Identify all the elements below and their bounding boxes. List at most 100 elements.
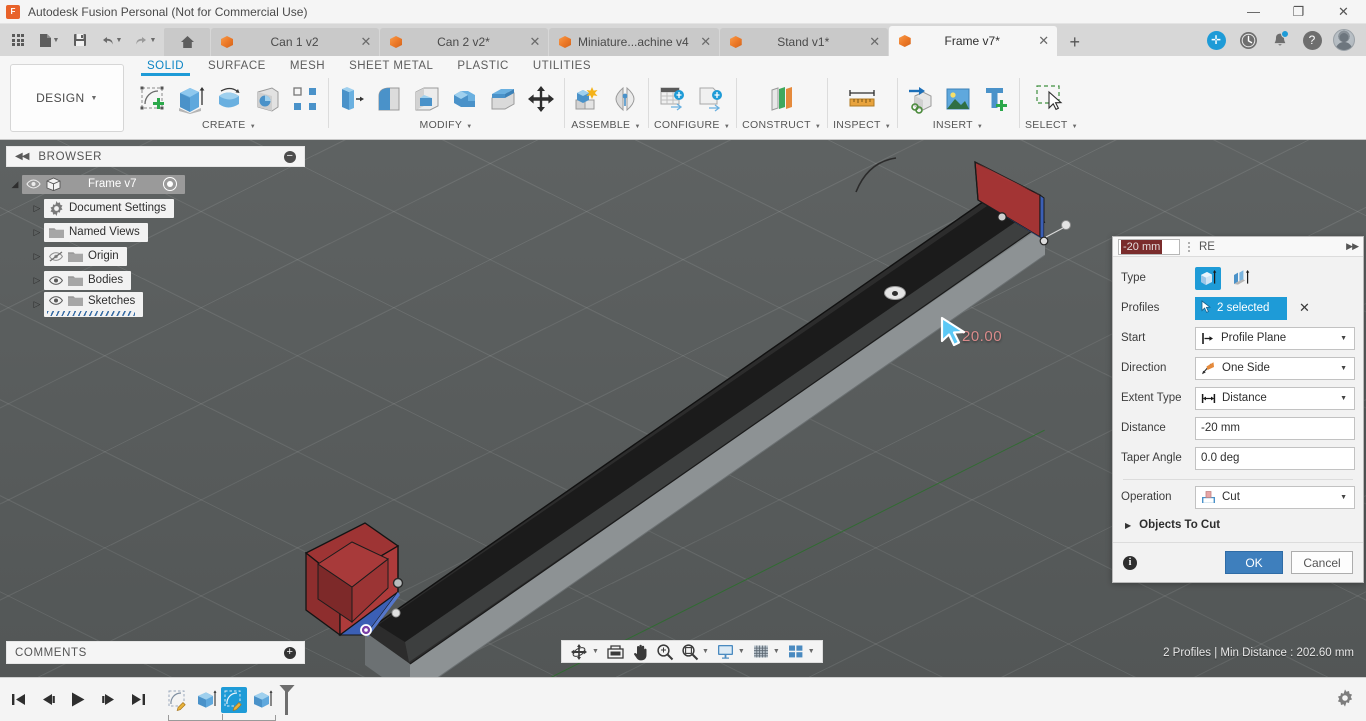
activate-component-icon[interactable] [162,177,177,191]
fit-icon[interactable]: ▼ [678,641,712,662]
offset-plane-icon[interactable] [765,80,799,118]
measure-icon[interactable] [845,80,879,118]
tab-close-icon[interactable]: ✕ [528,34,542,50]
shell-icon[interactable] [410,80,444,118]
add-comment-icon[interactable]: + [284,646,296,659]
maximize-button[interactable]: ❐ [1276,0,1321,24]
tab-close-icon[interactable]: ✕ [868,34,882,50]
expand-arrow-icon[interactable]: ▷ [30,227,44,238]
visibility-eye-off-icon[interactable] [47,249,64,263]
play-icon[interactable] [68,688,88,712]
tab-solid[interactable]: SOLID [135,58,196,76]
visibility-eye-icon[interactable] [47,294,64,308]
joint-icon[interactable] [608,80,642,118]
home-tab[interactable] [164,28,210,56]
distance-input[interactable]: -20 mm [1195,416,1355,440]
document-tab-3[interactable]: Stand v1* ✕ [719,28,888,56]
tree-row-bodies[interactable]: ▷ Bodies [8,268,308,292]
extrude-icon[interactable] [174,80,208,118]
undo-icon[interactable]: ▼ [94,26,128,54]
expand-arrow-icon[interactable]: ◢ [8,179,22,190]
pan-icon[interactable] [629,641,652,662]
ok-button[interactable]: OK [1225,551,1283,574]
tree-row-document-settings[interactable]: ▷ Document Settings [8,196,308,220]
expand-arrow-icon[interactable]: ▷ [30,251,44,262]
taper-angle-input[interactable]: 0.0 deg [1195,446,1355,470]
tab-plastic[interactable]: PLASTIC [445,58,520,76]
tree-row-sketches[interactable]: ▷ Sketches [8,291,308,317]
tree-row-named-views[interactable]: ▷ Named Views [8,220,308,244]
visibility-eye-icon[interactable] [25,177,42,191]
extent-type-dropdown[interactable]: Distance ▼ [1195,386,1355,410]
timeline-sketch-2[interactable] [221,686,247,713]
create-sketch-icon[interactable] [136,80,170,118]
new-component-icon[interactable] [570,80,604,118]
objects-to-cut-section[interactable]: ▶ Objects To Cut [1113,512,1363,538]
profiles-selection-button[interactable]: 2 selected [1195,296,1287,320]
visibility-eye-icon[interactable] [47,273,64,287]
tab-surface[interactable]: SURFACE [196,58,278,76]
press-pull-icon[interactable] [334,80,368,118]
expand-arrow-icon[interactable]: ▷ [30,299,44,310]
collapse-left-icon[interactable]: ◀◀ [15,151,29,162]
start-dropdown[interactable]: Profile Plane ▼ [1195,326,1355,350]
tab-close-icon[interactable]: ✕ [1037,33,1051,49]
grid-snaps-icon[interactable]: ▼ [749,641,783,662]
redo-icon[interactable]: ▼ [128,26,162,54]
workspace-switcher[interactable]: DESIGN ▼ [10,64,124,132]
direction-dropdown[interactable]: One Side ▼ [1195,356,1355,380]
tab-utilities[interactable]: UTILITIES [521,58,603,76]
solid-extrude-icon[interactable] [1195,266,1221,290]
orbit-icon[interactable]: ▼ [566,641,602,662]
insert-mcmaster-icon[interactable] [979,80,1013,118]
tab-close-icon[interactable]: ✕ [359,34,373,50]
timeline-sketch-1[interactable] [165,687,191,713]
app-grid-icon[interactable] [4,26,32,54]
document-tab-1[interactable]: Can 2 v2* ✕ [380,28,548,56]
tree-row-root[interactable]: ◢ Frame v7 [8,172,308,196]
tab-close-icon[interactable]: ✕ [699,34,713,50]
gear-icon[interactable] [1336,689,1354,710]
document-tab-0[interactable]: Can 1 v2 ✕ [211,28,379,56]
tab-mesh[interactable]: MESH [278,58,337,76]
cancel-button[interactable]: Cancel [1291,551,1353,574]
expand-right-icon[interactable]: ▶▶ [1346,241,1359,252]
insert-derive-icon[interactable] [903,80,937,118]
minimize-icon[interactable]: − [284,150,296,163]
configuration-table-icon[interactable] [656,80,690,118]
move-copy-icon[interactable] [524,80,558,118]
close-button[interactable]: ✕ [1321,0,1366,24]
display-settings-icon[interactable]: ▼ [713,641,748,662]
inline-distance-input[interactable]: -20 mm [1118,238,1180,255]
viewports-icon[interactable]: ▼ [784,641,818,662]
go-to-beginning-icon[interactable] [8,688,28,712]
expand-arrow-icon[interactable]: ▶ [1125,521,1131,530]
extensions-icon[interactable]: ✛ [1201,25,1231,55]
new-tab-button[interactable]: + [1061,28,1089,56]
help-icon[interactable]: ? [1297,25,1327,55]
new-file-icon[interactable]: ▼ [32,26,66,54]
clear-selection-icon[interactable]: ✕ [1299,300,1310,316]
extrude-dialog-header[interactable]: -20 mm RE ▶▶ [1113,237,1363,257]
account-avatar[interactable] [1329,25,1359,55]
timeline-extrude-2[interactable] [249,687,275,713]
expand-arrow-icon[interactable]: ▷ [30,275,44,286]
configure-feature-icon[interactable] [694,80,728,118]
timeline-extrude-1[interactable] [193,687,219,713]
tab-sheet-metal[interactable]: SHEET METAL [337,58,445,76]
info-icon[interactable]: i [1123,555,1137,570]
thin-extrude-icon[interactable] [1228,267,1254,290]
comments-panel[interactable]: COMMENTS + [6,641,305,664]
step-forward-icon[interactable] [98,688,118,712]
operation-dropdown[interactable]: Cut ▼ [1195,485,1355,509]
pattern-icon[interactable] [288,80,322,118]
go-to-end-icon[interactable] [128,688,148,712]
combine-icon[interactable] [448,80,482,118]
orbit-pivot-icon[interactable] [884,286,906,300]
zoom-icon[interactable] [653,641,677,662]
document-tab-4[interactable]: Frame v7* ✕ [888,26,1057,56]
insert-canvas-icon[interactable] [941,80,975,118]
expand-arrow-icon[interactable]: ▷ [30,203,44,214]
drag-handle-icon[interactable] [1188,241,1190,252]
window-selection-icon[interactable] [1034,80,1068,118]
